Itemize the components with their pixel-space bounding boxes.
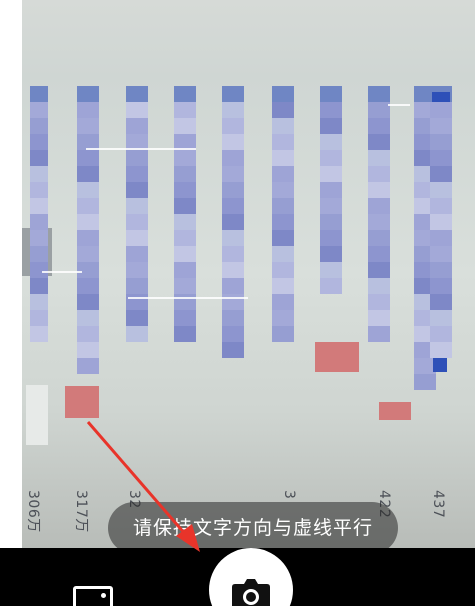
doc-number: 306万 bbox=[25, 490, 41, 533]
pixel-column bbox=[126, 86, 148, 345]
glare-line bbox=[388, 104, 410, 106]
pixel-column bbox=[174, 86, 196, 345]
pixel-column bbox=[430, 86, 452, 370]
gallery-dot bbox=[101, 593, 106, 598]
camera-icon bbox=[232, 579, 270, 606]
camera-viewfinder[interactable]: 306万 317万 32 3 422 437 bbox=[22, 0, 475, 548]
highlight-block bbox=[315, 342, 359, 372]
doc-number: 437 bbox=[430, 490, 446, 519]
glare-line bbox=[128, 297, 248, 299]
header-mark bbox=[432, 92, 450, 102]
glare-line bbox=[86, 148, 196, 150]
camera-control-bar bbox=[0, 548, 475, 606]
highlight-block bbox=[65, 386, 99, 418]
paper-edge bbox=[26, 385, 48, 445]
doc-number: 3 bbox=[281, 490, 297, 500]
pixel-column bbox=[222, 86, 244, 360]
camera-screen: 306万 317万 32 3 422 437 请保持文字方向与虚线平行 bbox=[0, 0, 475, 606]
pixel-column bbox=[272, 86, 294, 345]
pixel-column bbox=[320, 86, 342, 295]
pixel-column bbox=[77, 86, 99, 385]
left-edge bbox=[0, 0, 22, 548]
glare-line bbox=[42, 271, 82, 273]
header-mark bbox=[433, 358, 447, 372]
alignment-hint: 请保持文字方向与虚线平行 bbox=[108, 502, 398, 554]
doc-number: 317万 bbox=[73, 490, 89, 533]
image-gallery-icon[interactable] bbox=[73, 586, 113, 606]
pixel-column bbox=[30, 86, 48, 350]
shutter-button[interactable] bbox=[209, 548, 293, 606]
pixel-column bbox=[368, 86, 390, 345]
highlight-block bbox=[379, 402, 411, 420]
